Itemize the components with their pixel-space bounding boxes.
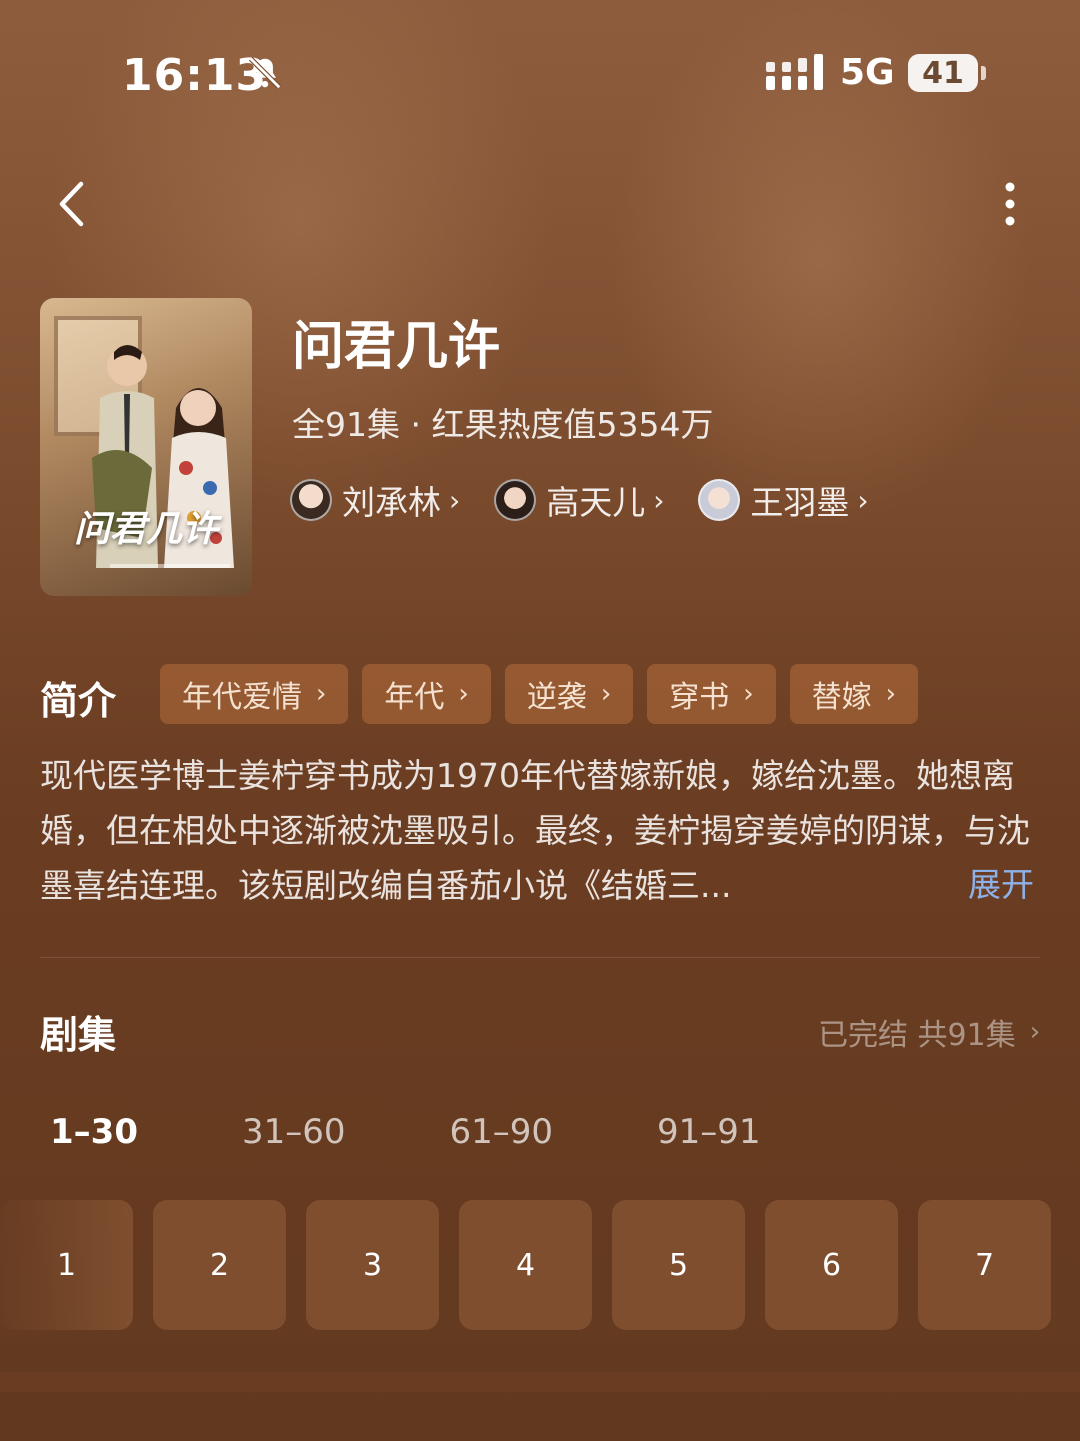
drama-poster[interactable]: 问君几许 (40, 298, 252, 596)
bell-off-icon (248, 56, 282, 90)
chevron-right-icon: › (458, 679, 469, 709)
tag-list: 年代爱情 › 年代 › 逆袭 › 穿书 › 替嫁 › (160, 664, 919, 724)
tab-range-1-30[interactable]: 1–30 (50, 1112, 138, 1152)
cast-item[interactable]: 高天儿 › (494, 476, 664, 524)
expand-button[interactable]: 展开 (968, 858, 1034, 906)
cast-name: 刘承林 (342, 483, 441, 522)
episode-button[interactable]: 5 (612, 1200, 745, 1330)
tag-label: 年代 (384, 680, 445, 715)
tab-range-31-60[interactable]: 31–60 (242, 1112, 346, 1152)
signal-icon (766, 54, 823, 90)
chevron-left-icon (59, 181, 84, 227)
cast-name: 王羽墨 (750, 483, 850, 522)
episode-range-tabs: 1–30 31–60 61–90 91–91 (50, 1112, 865, 1152)
tag-label: 年代爱情 (182, 680, 302, 715)
divider (40, 957, 1040, 958)
episode-button[interactable]: 1 (0, 1200, 133, 1330)
cast-avatar (494, 479, 537, 521)
chevron-right-icon: › (885, 679, 897, 709)
tag-chip[interactable]: 逆袭 › (504, 664, 634, 724)
episode-button[interactable]: 4 (459, 1200, 592, 1330)
chevron-right-icon: › (653, 483, 665, 517)
tag-chip[interactable]: 替嫁 › (789, 664, 919, 724)
more-vertical-icon (1005, 182, 1015, 226)
intro-heading: 简介 (40, 679, 117, 723)
tag-chip[interactable]: 穿书 › (647, 664, 776, 724)
episode-button[interactable]: 2 (153, 1200, 286, 1330)
episodes-status-text: 已完结 共91集 (818, 1018, 1016, 1053)
episodes-heading: 剧集 (40, 1013, 117, 1057)
cast-name: 高天儿 (546, 483, 646, 522)
episode-button[interactable]: 7 (918, 1200, 1051, 1330)
chevron-right-icon: › (600, 679, 612, 709)
tag-label: 替嫁 (811, 680, 872, 715)
poster-subtitle-line (110, 564, 230, 568)
tag-chip[interactable]: 年代爱情 › (160, 664, 349, 724)
more-options-button[interactable] (990, 176, 1030, 232)
network-type: 5G (840, 52, 895, 93)
drama-meta: 全91集 · 红果热度值5354万 (292, 405, 714, 444)
chevron-right-icon: › (743, 679, 754, 709)
intro-description: 现代医学博士姜柠穿书成为1970年代替嫁新娘，嫁给沈墨。她想离婚，但在相处中逐渐… (40, 756, 1030, 905)
drama-title: 问君几许 (292, 317, 501, 377)
battery-tip (981, 66, 986, 80)
episode-grid: 1 2 3 4 5 6 7 (0, 1200, 1051, 1330)
chevron-right-icon: › (1029, 1017, 1041, 1047)
cast-avatar (290, 479, 332, 521)
chevron-right-icon: › (857, 483, 869, 517)
cast-list: 刘承林 › 高天儿 › 王羽墨 › (290, 476, 869, 524)
chevron-right-icon: › (449, 483, 461, 517)
back-button[interactable] (44, 176, 100, 232)
episodes-status-link[interactable]: 已完结 共91集 › (818, 1010, 1040, 1054)
chevron-right-icon: › (316, 679, 327, 709)
episode-button[interactable]: 6 (765, 1200, 898, 1330)
cast-avatar (698, 479, 741, 521)
tab-range-91-91[interactable]: 91–91 (657, 1112, 761, 1152)
episode-button[interactable]: 3 (306, 1200, 439, 1330)
cast-item[interactable]: 王羽墨 › (698, 476, 869, 524)
tab-range-61-90[interactable]: 61–90 (450, 1112, 554, 1152)
battery-indicator: 41 (908, 54, 978, 92)
bottom-band (0, 1372, 1080, 1392)
tag-chip[interactable]: 年代 › (362, 664, 491, 724)
tag-label: 逆袭 (526, 680, 587, 715)
poster-title: 问君几许 (73, 508, 218, 550)
cast-item[interactable]: 刘承林 › (290, 476, 460, 524)
tag-label: 穿书 (669, 680, 730, 715)
